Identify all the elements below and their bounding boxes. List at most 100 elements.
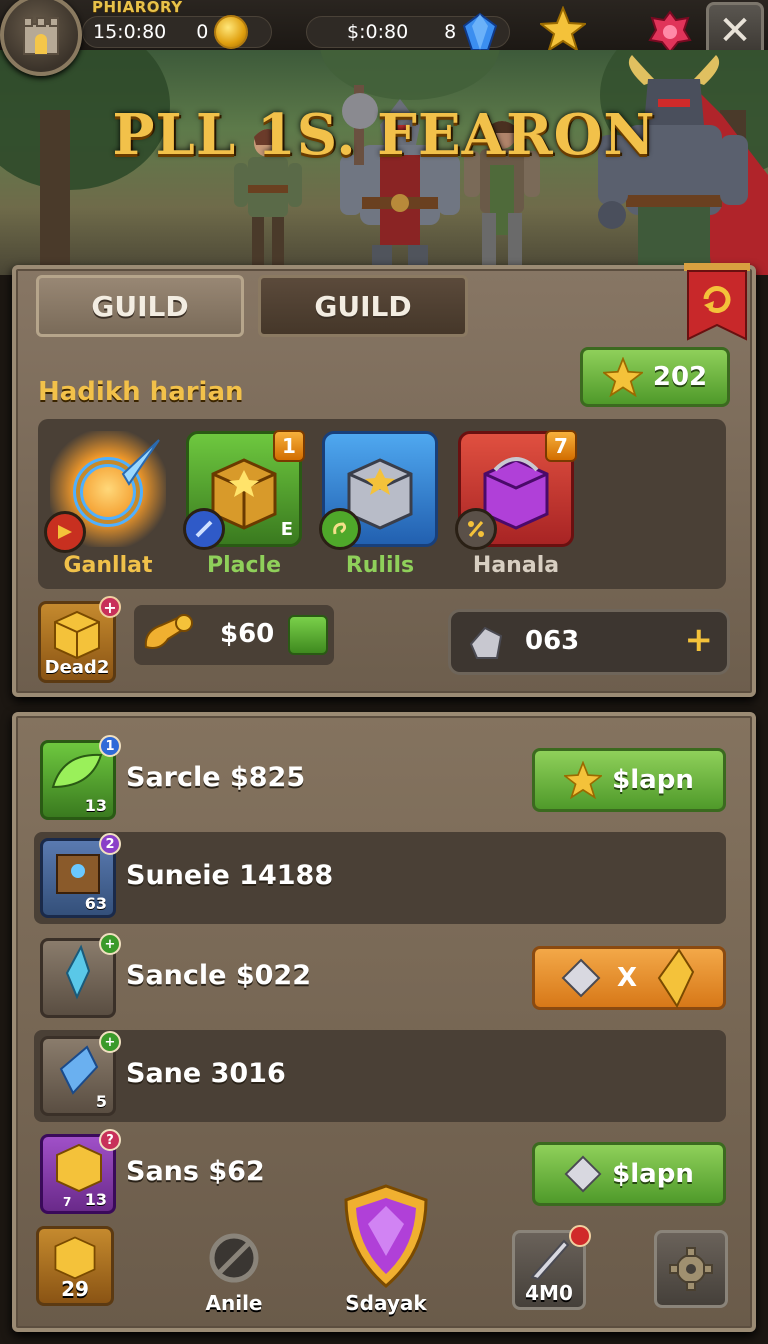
item-small-count: 7	[63, 1195, 72, 1209]
coin-count: 0	[196, 21, 209, 43]
money-resource: $:0:80 8	[306, 12, 510, 51]
hero-banner: PLL 1S. FEARON	[0, 50, 768, 275]
alert-dot-icon	[569, 1225, 591, 1247]
trade-button[interactable]: X	[532, 946, 726, 1010]
time-value: 15:0:80	[93, 21, 167, 43]
item-icon: + 5	[40, 1031, 121, 1116]
horn-icon	[144, 614, 193, 649]
item-icon: ? 13 7	[40, 1129, 121, 1214]
nav-label: 4M0	[525, 1281, 573, 1305]
plus-dot: +	[99, 1031, 121, 1053]
action-button[interactable]: $lapn	[532, 748, 726, 812]
nav-crafting[interactable]: 4M0	[512, 1225, 591, 1310]
list-item[interactable]: 2 63 Suneie 14188	[34, 832, 726, 924]
list-item[interactable]: + Sancle $022 X	[34, 932, 726, 1024]
nav-label: Anile	[205, 1291, 263, 1315]
silver-diamond-icon	[564, 1155, 602, 1193]
item-label: Sans $62	[126, 1156, 265, 1187]
item-label: Sane 3016	[126, 1058, 286, 1089]
dead-card[interactable]: + Dead2	[38, 596, 121, 683]
nav-sdayak[interactable]: Sdayak	[336, 1182, 436, 1315]
time-resource: 15:0:80 0	[82, 15, 272, 49]
gear-icon	[669, 1247, 713, 1291]
ruby-icon	[648, 10, 692, 54]
reward-name: Rulils	[345, 553, 415, 578]
cost-value: $60	[220, 619, 275, 649]
green-rune-icon	[288, 615, 328, 655]
action-button[interactable]: $lapn	[532, 1142, 726, 1206]
item-count: 13	[84, 1190, 107, 1209]
nav-inventory[interactable]: 29	[36, 1226, 114, 1306]
percent-badge-icon	[455, 508, 497, 550]
reward-frame: 7	[455, 430, 577, 550]
guild-panel: GUILD GUILD Hadikh harian 202 Ganllat 1 …	[12, 263, 756, 697]
item-icon: 1 13	[40, 735, 121, 820]
fire-badge-icon	[44, 511, 86, 553]
dead-label: Dead2	[44, 657, 110, 678]
item-icon: +	[40, 933, 121, 1018]
reward-rulils[interactable]: Rulils	[319, 431, 438, 578]
reward-frame: 1 E	[183, 430, 305, 550]
star-icon	[602, 357, 643, 397]
money-value: $:0:80	[347, 21, 409, 43]
item-count: 13	[84, 796, 107, 815]
item-count: 63	[84, 894, 107, 913]
reward-count-badge: 7	[545, 430, 577, 462]
stars-value: 202	[652, 362, 708, 392]
item-icon: 2 63	[40, 833, 121, 918]
trade-label: X	[616, 963, 638, 993]
swirl-badge-icon	[319, 508, 361, 550]
star-icon	[540, 6, 586, 52]
quantity-stepper[interactable]: 063 +	[448, 609, 730, 675]
bottom-nav: 29 Anile Sdayak 4M0	[18, 1184, 748, 1332]
item-label: Sarcle $825	[126, 762, 306, 793]
tab-guild-2[interactable]: GUILD	[258, 275, 468, 337]
reward-placle[interactable]: 1 E Placle	[183, 430, 305, 578]
reward-frame	[44, 431, 166, 553]
brand-label: PHIARORY	[92, 0, 183, 16]
list-item[interactable]: 1 13 Sarcle $825 $lapn	[34, 734, 726, 826]
nav-anile[interactable]: Anile	[194, 1230, 274, 1315]
nav-label: 29	[61, 1277, 89, 1301]
silver-diamond-icon	[561, 958, 601, 998]
blue-gem-icon	[462, 12, 498, 52]
plus-icon[interactable]: +	[685, 620, 714, 660]
plus-dot: +	[99, 933, 121, 955]
purple-shield-icon	[344, 1184, 428, 1288]
gem-count: 8	[444, 21, 457, 43]
reward-ganllat[interactable]: Ganllat	[44, 431, 166, 578]
reward-hanala[interactable]: 7 Hanala	[455, 430, 577, 578]
action-label: $lapn	[612, 1159, 694, 1189]
gold-crystal-icon	[657, 948, 695, 1008]
info-dot: 2	[99, 833, 121, 855]
slash-badge-icon	[183, 508, 225, 550]
stars-button[interactable]: 202	[580, 347, 730, 407]
star-icon	[564, 761, 603, 799]
no-entry-icon	[209, 1233, 259, 1283]
castle-icon	[23, 17, 59, 55]
reward-name: Placle	[206, 553, 281, 578]
gold-coin-icon	[214, 15, 249, 49]
item-count: 5	[95, 1092, 107, 1111]
place-tag: E	[280, 519, 293, 540]
close-icon: ✕	[718, 8, 752, 54]
info-dot: ?	[99, 1129, 121, 1151]
item-label: Sancle $022	[126, 960, 312, 991]
info-dot: 1	[99, 735, 121, 757]
hero-title: PLL 1S. FEARON	[112, 102, 656, 168]
reward-name: Hanala	[472, 553, 560, 578]
reward-name: Ganllat	[63, 553, 153, 578]
reward-frame	[319, 431, 438, 550]
tab-guild-1[interactable]: GUILD	[36, 275, 244, 337]
banner-flag-icon[interactable]	[684, 263, 750, 343]
reward-count-badge: 1	[273, 430, 305, 462]
silver-ore-icon	[469, 626, 503, 659]
reward-tray: Ganllat 1 E Placle Rulils 7 Hanala	[38, 419, 726, 589]
nav-label: Sdayak	[345, 1291, 427, 1315]
nav-settings[interactable]	[654, 1230, 728, 1308]
plus-dot-icon: +	[99, 596, 121, 618]
silver-blade-icon	[530, 1239, 570, 1281]
list-item[interactable]: + 5 Sane 3016	[34, 1030, 726, 1122]
cost-box[interactable]: $60	[134, 605, 334, 665]
section-label: Hadikh harian	[38, 377, 244, 407]
